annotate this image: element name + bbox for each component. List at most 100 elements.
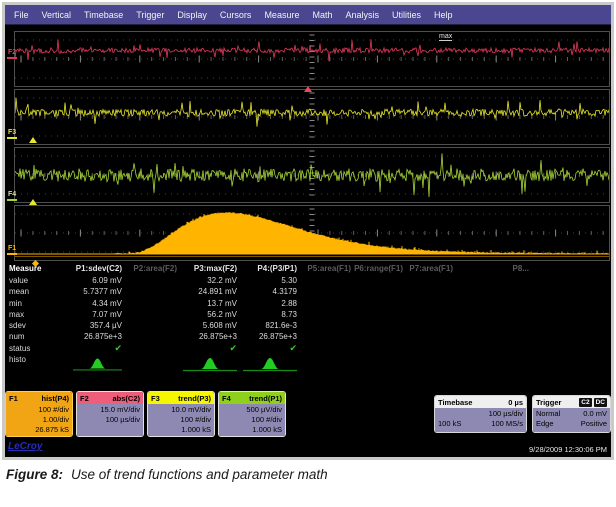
measure-row-label-min: min (9, 298, 73, 309)
measure-min-p1: 4.34 mV (73, 298, 122, 309)
menu-measure[interactable]: Measure (264, 10, 299, 20)
descriptor-id: F1 (9, 394, 18, 403)
f4-level-marker[interactable] (29, 199, 37, 205)
measure-row-label-sdev: sdev (9, 320, 73, 331)
measure-num-p7 (403, 331, 453, 342)
histogram-f1 (15, 206, 609, 260)
histo-cell-p5 (297, 354, 351, 374)
param-header-p3[interactable]: P3:max(F2) (177, 263, 237, 275)
lecroy-logo: LeCroy (8, 441, 42, 452)
trigger-box[interactable]: Trigger C2 DC Normal0.0 mV EdgePositive (532, 395, 611, 433)
timebase-samples: 100 kS (438, 419, 461, 429)
channel-label-f4[interactable]: F4 (7, 191, 17, 201)
descriptor-header-f3: F3trend(P3) (148, 392, 214, 404)
measure-max-p3: 56.2 mV (177, 309, 237, 320)
trigger-source-badges: C2 DC (577, 398, 607, 407)
measure-value-p5 (297, 275, 351, 286)
measure-mean-p6 (351, 286, 403, 297)
param-header-p4[interactable]: P4:(P3/P1) (237, 263, 297, 275)
menu-math[interactable]: Math (312, 10, 332, 20)
measure-sdev-p4: 821.6e-3 (237, 320, 297, 331)
measure-value-p1: 6.09 mV (73, 275, 122, 286)
timebase-header: Timebase 0 µs (435, 396, 526, 408)
histo-cell-p7 (403, 354, 453, 374)
waveform-panel-f3[interactable] (14, 89, 610, 145)
channel-label-f2[interactable]: F2 (7, 49, 17, 59)
measure-mean-p8 (453, 286, 529, 297)
descriptor-line-3: 1.000 kS (151, 425, 211, 435)
histo-cell-p2 (122, 354, 177, 374)
descriptor-id: F4 (222, 394, 231, 403)
measure-value-p6 (351, 275, 403, 286)
waveform-panel-f2[interactable]: max (14, 31, 610, 87)
menu-display[interactable]: Display (177, 10, 207, 20)
param-header-p6[interactable]: P6:range(F1) (351, 263, 403, 275)
descriptor-line-2: 100 #/div (151, 415, 211, 425)
descriptor-line-1: 10.0 mV/div (151, 405, 211, 415)
param-header-p8[interactable]: P8... (453, 263, 529, 275)
measure-sdev-p6 (351, 320, 403, 331)
measure-sdev-p5 (297, 320, 351, 331)
f3-level-marker[interactable] (29, 137, 37, 143)
descriptor-body-f3: 10.0 mV/div100 #/div1.000 kS (148, 404, 214, 437)
status-check-p2 (122, 343, 177, 354)
measure-min-p7 (403, 298, 453, 309)
descriptor-box-f1[interactable]: F1hist(P4)100 #/div1.00/div26.875 kS (5, 391, 73, 437)
measure-num-p8 (453, 331, 529, 342)
param-header-p7[interactable]: P7:area(F1) (403, 263, 453, 275)
timebase-box[interactable]: Timebase 0 µs 100 µs/div 100 kS100 MS/s (434, 395, 527, 433)
descriptor-id: F3 (151, 394, 160, 403)
channel-label-f1[interactable]: F1 (7, 245, 17, 255)
descriptor-function: abs(C2) (112, 394, 140, 403)
figure-page: File Vertical Timebase Trigger Display Cursor… (0, 0, 616, 507)
measure-row-label-num: num (9, 331, 73, 342)
descriptor-line-2: 100 #/div (222, 415, 282, 425)
measure-num-p4: 26.875e+3 (237, 331, 297, 342)
menu-trigger[interactable]: Trigger (136, 10, 164, 20)
histo-cell-p6 (351, 354, 403, 374)
param-header-p2[interactable]: P2:area(F2) (122, 263, 177, 275)
menu-timebase[interactable]: Timebase (84, 10, 123, 20)
channel-label-f3[interactable]: F3 (7, 129, 17, 139)
histo-cell-p3 (177, 354, 237, 374)
measure-min-p4: 2.88 (237, 298, 297, 309)
measure-table: MeasureP1:sdev(C2)P2:area(F2)P3:max(F2)P… (9, 263, 609, 374)
figure-number: Figure 8: (6, 467, 63, 482)
menu-vertical[interactable]: Vertical (42, 10, 72, 20)
measure-title: Measure (9, 263, 73, 275)
descriptor-box-f3[interactable]: F3trend(P3)10.0 mV/div100 #/div1.000 kS (147, 391, 215, 437)
menu-help[interactable]: Help (434, 10, 453, 20)
timestamp: 9/28/2009 12:30:06 PM (529, 445, 607, 454)
max-cursor-label: max (439, 33, 452, 41)
descriptor-body-f4: 500 µV/div100 #/div1.000 kS (219, 404, 285, 437)
measure-mean-p5 (297, 286, 351, 297)
descriptor-header-f2: F2abs(C2) (77, 392, 143, 404)
measure-row-label-mean: mean (9, 286, 73, 297)
menu-utilities[interactable]: Utilities (392, 10, 421, 20)
measure-row-label-max: max (9, 309, 73, 320)
screenshot-frame: File Vertical Timebase Trigger Display Cursor… (2, 2, 614, 460)
waveform-f3 (15, 90, 609, 144)
status-check-p6 (351, 343, 403, 354)
waveform-panel-f4[interactable] (14, 147, 610, 203)
status-check-p1: ✔ (73, 343, 122, 354)
trigger-time-marker[interactable] (304, 86, 312, 92)
measure-num-p3: 26.875e+3 (177, 331, 237, 342)
trigger-header: Trigger C2 DC (533, 396, 610, 408)
descriptor-box-f2[interactable]: F2abs(C2)15.0 mV/div100 µs/div (76, 391, 144, 437)
measure-sdev-p2 (122, 320, 177, 331)
descriptor-box-f4[interactable]: F4trend(P1)500 µV/div100 #/div1.000 kS (218, 391, 286, 437)
menu-file[interactable]: File (14, 10, 29, 20)
param-header-p5[interactable]: P5:area(F1) (297, 263, 351, 275)
status-check-p7 (403, 343, 453, 354)
mini-histogram-icon (243, 356, 297, 372)
measure-row-label-histo: histo (9, 354, 73, 374)
menu-cursors[interactable]: Cursors (220, 10, 252, 20)
measure-mean-p3: 24.891 mV (177, 286, 237, 297)
menu-analysis[interactable]: Analysis (345, 10, 379, 20)
descriptor-line-2: 100 µs/div (80, 415, 140, 425)
trigger-body: Normal0.0 mV EdgePositive (533, 408, 610, 433)
param-header-p1[interactable]: P1:sdev(C2) (73, 263, 122, 275)
measure-value-p8 (453, 275, 529, 286)
waveform-panel-f1[interactable] (14, 205, 610, 261)
